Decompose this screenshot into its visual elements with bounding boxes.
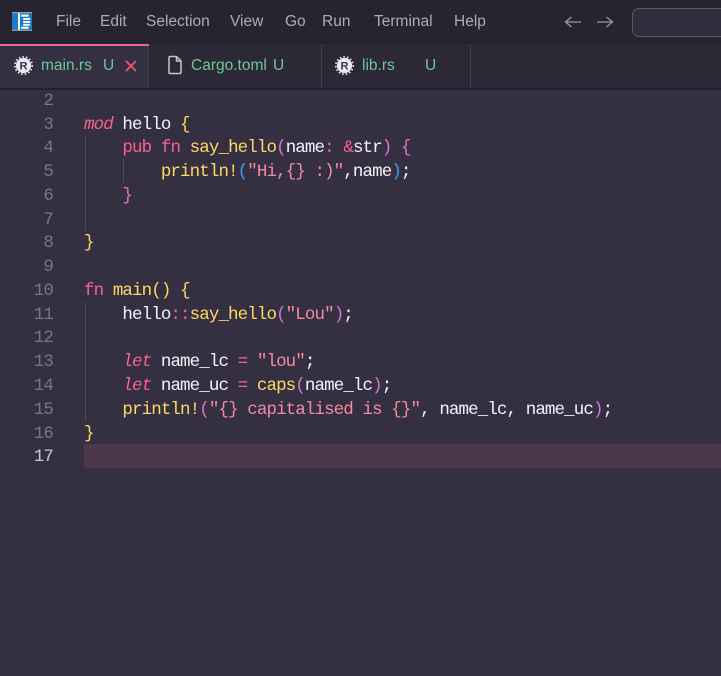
svg-text:R: R — [341, 61, 349, 73]
svg-text:R: R — [20, 61, 28, 73]
